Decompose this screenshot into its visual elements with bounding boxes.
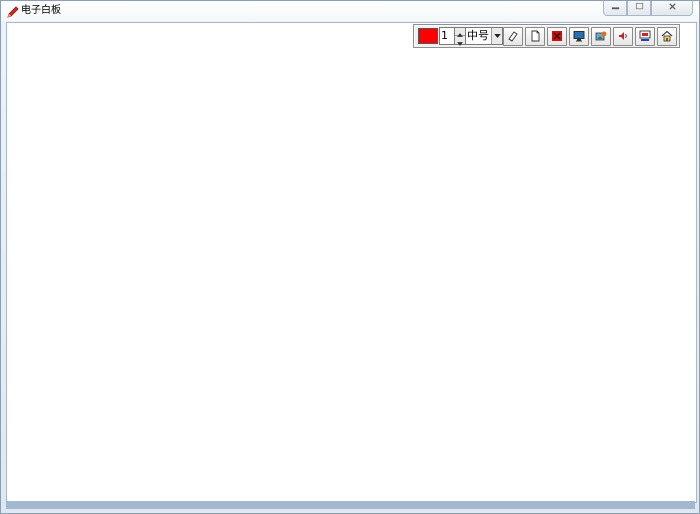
monitor-icon [573, 27, 585, 46]
blank-page-icon [529, 27, 541, 46]
home-button[interactable] [657, 27, 677, 46]
close-button[interactable] [651, 1, 693, 16]
chevron-down-icon[interactable] [491, 28, 502, 44]
home-icon [661, 27, 673, 46]
close-icon [668, 2, 677, 14]
sound-button[interactable] [613, 27, 633, 46]
title-bar[interactable]: 电子白板 [1, 1, 699, 21]
status-bar [6, 501, 695, 509]
app-window: 电子白板 1 中号 [0, 0, 700, 514]
caption-buttons [603, 1, 693, 17]
text-size-value: 中号 [467, 29, 489, 42]
drawing-toolbar[interactable]: 1 中号 [413, 24, 680, 48]
whiteboard-canvas[interactable] [6, 22, 697, 503]
maximize-icon [635, 2, 644, 14]
capture-button[interactable] [635, 27, 655, 46]
stepper-down-button[interactable] [455, 36, 465, 46]
text-size-select[interactable]: 中号 [465, 27, 503, 45]
minimize-icon [611, 2, 620, 14]
eraser-icon [507, 27, 519, 46]
image-button[interactable] [591, 27, 611, 46]
picture-icon [595, 27, 607, 46]
window-title: 电子白板 [21, 5, 61, 16]
screen-button[interactable] [569, 27, 589, 46]
caret-down-icon [457, 31, 463, 50]
pen-icon [6, 4, 20, 18]
clear-button[interactable] [547, 27, 567, 46]
speaker-icon [617, 27, 629, 46]
pen-color-swatch[interactable] [418, 28, 438, 44]
eraser-button[interactable] [503, 27, 523, 46]
clear-icon [551, 27, 563, 46]
screen-capture-icon [639, 27, 651, 46]
maximize-button[interactable] [627, 1, 651, 16]
new-page-button[interactable] [525, 27, 545, 46]
minimize-button[interactable] [603, 1, 627, 16]
